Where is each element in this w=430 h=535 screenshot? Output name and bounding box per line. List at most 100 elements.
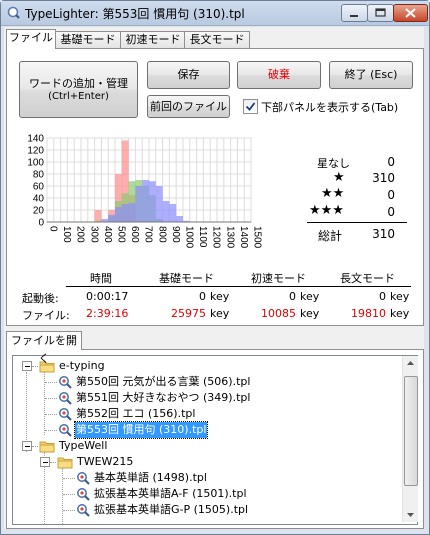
tree-vertical-scrollbar[interactable]: [402, 356, 418, 522]
tree-item-label: 第552回 エコ (156).tpl: [76, 407, 196, 420]
table-header-divider: [66, 286, 411, 287]
scroll-up-icon[interactable]: [403, 356, 418, 371]
discard-button[interactable]: 破棄: [237, 61, 321, 89]
scrollbar-thumb[interactable]: [404, 376, 418, 486]
y-tick-label: 140: [27, 134, 44, 145]
save-button[interactable]: 保存: [147, 61, 230, 89]
header-long-mode: 長文モード: [340, 272, 395, 285]
title-bar[interactable]: TypeLighter: 第553回 慣用句 (310).tpl: [1, 1, 429, 26]
collapse-icon[interactable]: [22, 361, 32, 371]
row-since-launch-initial: 0: [289, 290, 296, 303]
collapse-icon[interactable]: [22, 441, 32, 451]
template-file-icon: [59, 376, 72, 389]
previous-file-button[interactable]: 前回のファイル: [147, 95, 230, 118]
tree-item-label: TWEW215: [77, 455, 134, 468]
histogram-bar: [169, 204, 177, 222]
row-since-launch-basic-unit: key: [210, 290, 230, 303]
folder-icon: [39, 441, 55, 453]
maximize-button[interactable]: [367, 4, 394, 22]
total-count: 310: [372, 227, 395, 241]
tree-connector: [32, 446, 38, 447]
row-file-basic: 25975: [171, 307, 206, 320]
x-tick-label: 100: [61, 226, 72, 243]
tree-item-label: 拡張基本英単語G-P (1505).tpl: [94, 503, 249, 516]
tree-file-552[interactable]: 第552回 エコ (156).tpl: [13, 406, 403, 422]
three-star-label: ★★★: [309, 203, 344, 218]
histogram-bar: [94, 210, 102, 222]
tree-folder-e-typing[interactable]: e-typing: [13, 358, 403, 374]
y-tick-label: 20: [33, 206, 45, 217]
x-tick-label: 900: [170, 226, 181, 243]
x-tick-label: 0: [48, 226, 59, 232]
tree-folder-twew215[interactable]: TWEW215: [13, 454, 403, 470]
row-file-long-unit: key: [390, 307, 410, 320]
app-icon: [7, 6, 20, 19]
folder-icon: [57, 457, 73, 469]
x-tick-label: 1400: [238, 226, 249, 249]
histogram-bar: [176, 216, 183, 222]
close-button[interactable]: [393, 4, 428, 22]
x-tick-label: 500: [116, 226, 127, 243]
y-tick-label: 80: [33, 170, 45, 181]
total-divider: [307, 222, 407, 223]
histogram-bar: [121, 204, 129, 222]
histogram-bar: [162, 201, 170, 222]
minimize-icon: [350, 15, 358, 17]
y-tick-label: 100: [27, 158, 44, 169]
header-time: 時間: [90, 272, 112, 285]
tree-connector: [50, 462, 56, 463]
row-since-launch-time: 0:00:17: [86, 290, 129, 303]
row-file-long: 19810: [351, 307, 386, 320]
row-since-launch-label: 起動後:: [22, 292, 59, 305]
tree-folder-typewell[interactable]: TypeWell: [13, 438, 403, 454]
tree-file-ext-a-f[interactable]: 拡張基本英単語A-F (1501).tpl: [13, 486, 403, 502]
add-manage-label: ワードの追加・管理: [29, 77, 128, 90]
checkmark-icon: [245, 102, 256, 111]
x-tick-label: 800: [156, 226, 167, 243]
y-tick-label: 60: [33, 182, 45, 193]
open-file-tab[interactable]: ファイルを開く: [6, 331, 82, 365]
total-label: 総計: [318, 229, 343, 243]
histogram-bar: [155, 186, 163, 222]
tree-file-basic-words[interactable]: 基本英単語 (1498).tpl: [13, 470, 403, 486]
y-tick-label: 40: [33, 194, 45, 205]
tree-file-ext-g-p[interactable]: 拡張基本英単語G-P (1505).tpl: [13, 502, 403, 518]
row-file-basic-unit: key: [210, 307, 230, 320]
tree-item-label: TypeWell: [59, 439, 108, 452]
row-file-time: 2:39:16: [86, 307, 129, 320]
scroll-down-icon[interactable]: [403, 507, 418, 522]
minimize-button[interactable]: [341, 4, 368, 22]
collapse-icon[interactable]: [40, 457, 50, 467]
window-title: TypeLighter: 第553回 慣用句 (310).tpl: [25, 7, 245, 21]
tree-file-551[interactable]: 第551回 大好きなおやつ (349).tpl: [13, 390, 403, 406]
histogram-bar: [135, 186, 143, 222]
maximize-icon: [375, 8, 386, 17]
tab-initial-speed-mode[interactable]: 初速モード: [120, 31, 186, 48]
tree-connector: [45, 430, 57, 431]
tree-item-label: e-typing: [59, 359, 105, 372]
row-since-launch-initial-unit: key: [300, 290, 320, 303]
exit-button[interactable]: 終了 (Esc): [329, 61, 413, 89]
tree-connector: [63, 510, 75, 511]
file-tree[interactable]: e-typing 第550回 元気が出る言葉 (506).tpl 第551回 大…: [12, 355, 418, 525]
tree-file-553-selected[interactable]: 第553回 慣用句 (310).tpl: [13, 421, 403, 439]
tab-file[interactable]: ファイル: [6, 29, 56, 49]
x-tick-label: 1000: [184, 226, 195, 249]
header-initial-mode: 初速モード: [251, 272, 306, 285]
no-star-label: 星なし: [317, 157, 350, 170]
tab-long-text-mode[interactable]: 長文モード: [184, 31, 250, 48]
x-tick-label: 200: [75, 226, 86, 243]
tab-basic-mode[interactable]: 基礎モード: [54, 31, 122, 48]
row-file-initial: 10085: [261, 307, 296, 320]
tree-connector: [63, 478, 75, 479]
show-panel-checkbox[interactable]: [243, 99, 258, 114]
tree-connector: [45, 382, 57, 383]
x-tick-label: 1300: [224, 226, 235, 249]
two-star-count: 0: [387, 188, 395, 202]
tree-item-label: 第551回 大好きなおやつ (349).tpl: [76, 391, 251, 404]
add-manage-shortcut: (Ctrl+Enter): [48, 91, 109, 102]
add-manage-words-button[interactable]: ワードの追加・管理 (Ctrl+Enter): [19, 61, 138, 118]
tree-item-label: 第553回 慣用句 (310).tpl: [73, 421, 209, 439]
tree-connector: [45, 398, 57, 399]
tree-file-550[interactable]: 第550回 元気が出る言葉 (506).tpl: [13, 374, 403, 390]
